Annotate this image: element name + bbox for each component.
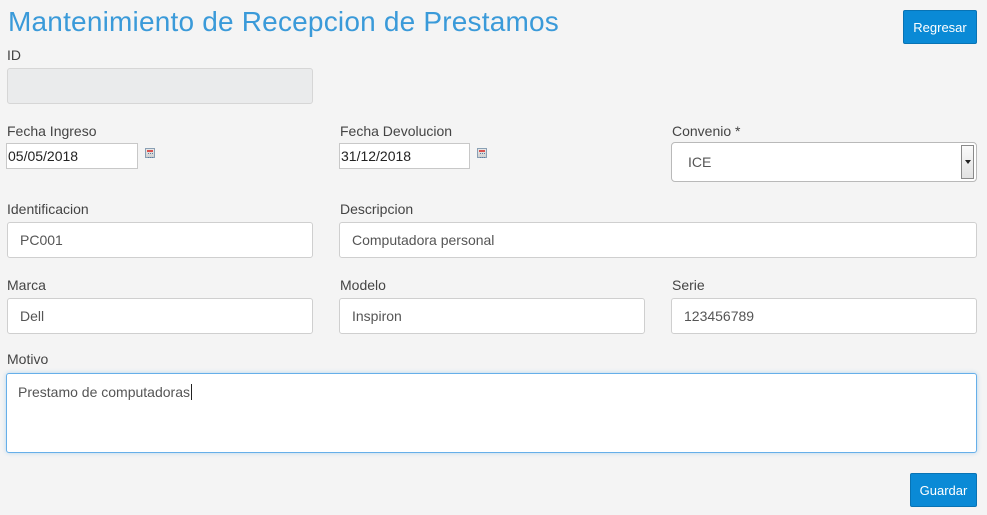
fecha-ingreso-field[interactable]: 05/05/2018 [6,143,138,169]
convenio-selected-value: ICE [688,154,712,170]
back-button[interactable]: Regresar [903,10,977,44]
save-button[interactable]: Guardar [910,473,977,507]
descripcion-label: Descripcion [340,201,414,217]
page-title: Mantenimiento de Recepcion de Prestamos [8,6,559,37]
fecha-devolucion-field[interactable]: 31/12/2018 [339,143,470,169]
marca-field[interactable]: Dell [7,298,313,334]
id-field [7,68,313,104]
fecha-devolucion-label: Fecha Devolucion [340,123,453,139]
fecha-ingreso-label: Fecha Ingreso [7,123,97,139]
identificacion-field[interactable]: PC001 [7,222,313,258]
modelo-field[interactable]: Inspiron [339,298,645,334]
motivo-text: Prestamo de computadoras [18,384,190,400]
modelo-label: Modelo [340,277,386,293]
descripcion-field[interactable]: Computadora personal [339,222,977,258]
identificacion-label: Identificacion [7,201,89,217]
text-cursor [190,384,192,400]
chevron-down-icon[interactable] [961,145,974,179]
serie-field[interactable]: 123456789 [671,298,977,334]
convenio-select[interactable]: ICE [671,142,977,182]
calendar-icon[interactable] [477,148,487,158]
motivo-textarea[interactable]: Prestamo de computadoras [6,373,977,453]
id-label: ID [7,47,21,63]
marca-label: Marca [7,277,46,293]
calendar-icon[interactable] [145,148,155,158]
serie-label: Serie [672,277,705,293]
convenio-label: Convenio * [672,123,741,139]
motivo-label: Motivo [7,351,49,367]
